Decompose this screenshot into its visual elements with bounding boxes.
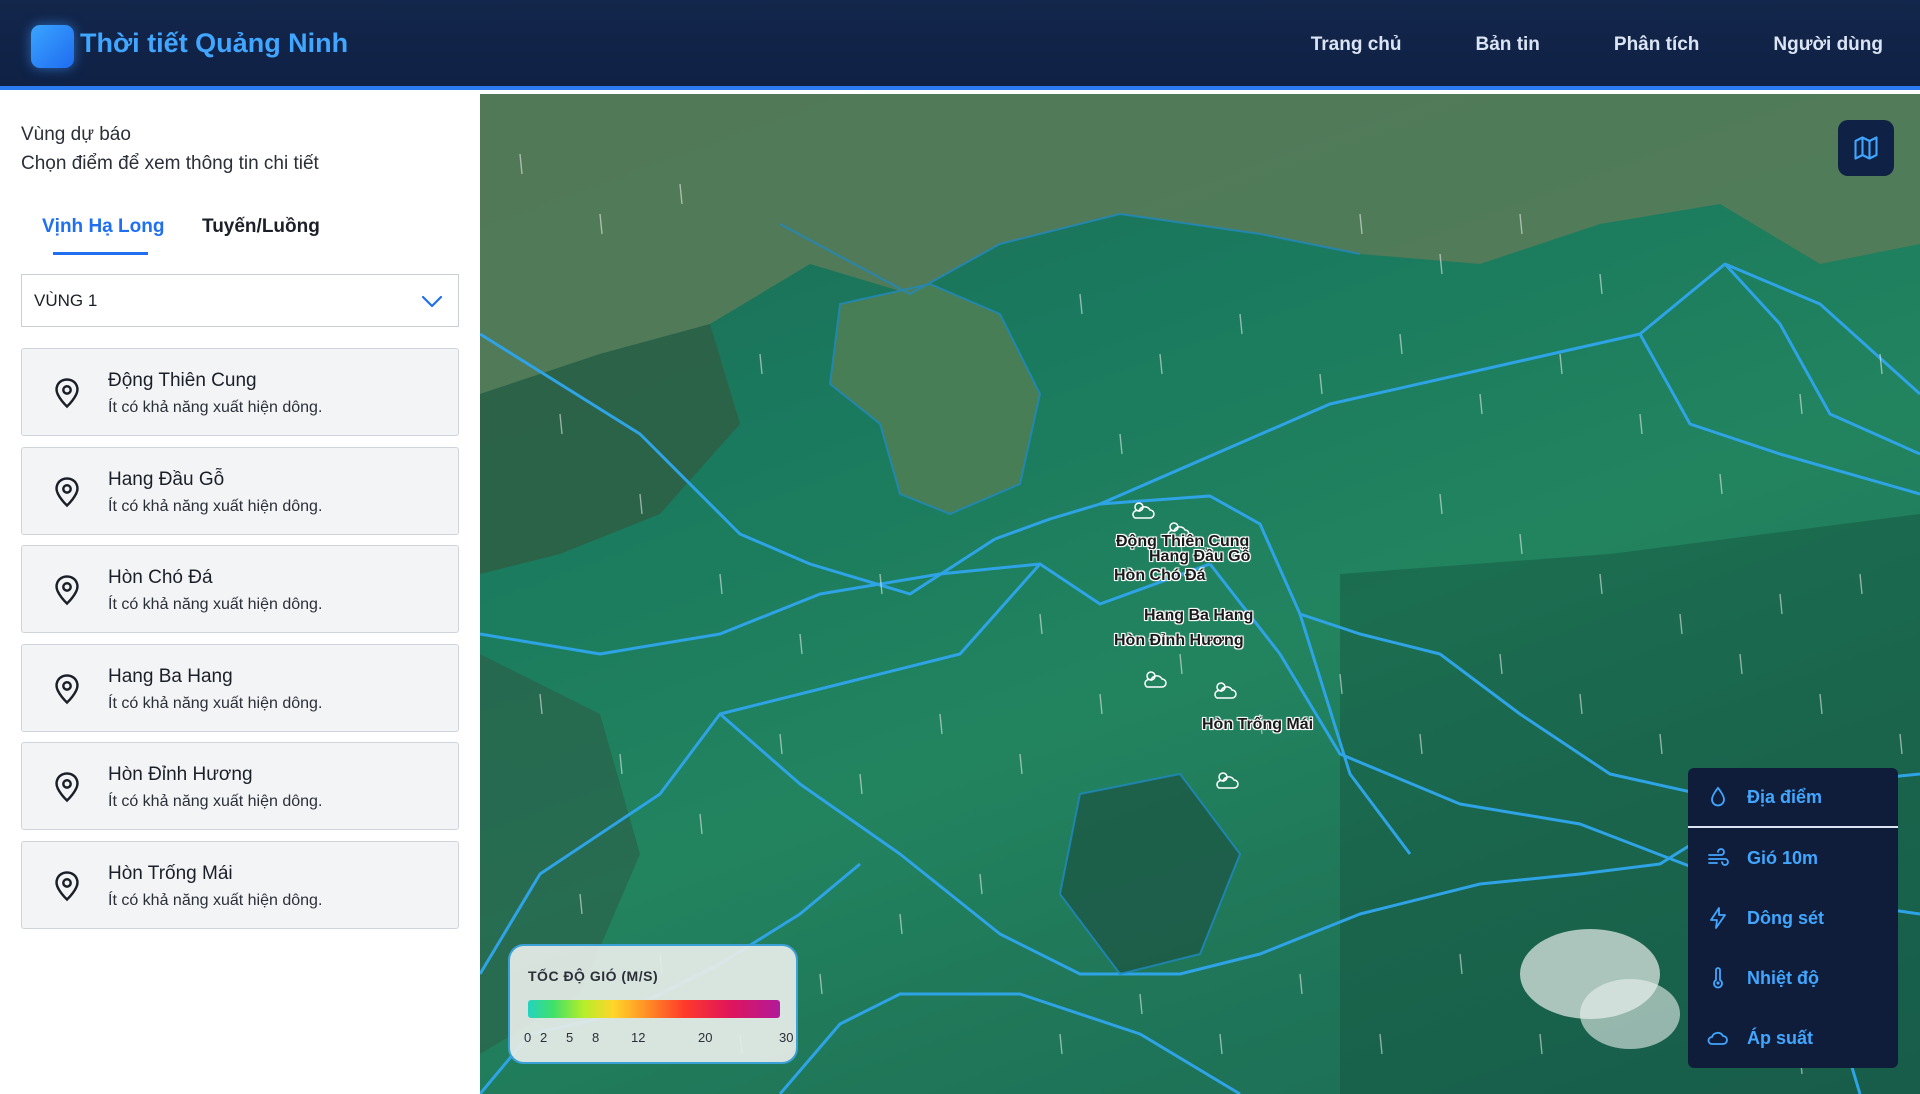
nav-users[interactable]: Người dùng: [1736, 34, 1920, 56]
cloud-sun-icon: [1214, 682, 1237, 699]
zone-select-value: VÙNG 1: [34, 290, 98, 310]
legend-tick: 2: [540, 1030, 548, 1045]
list-item[interactable]: Hang Ba Hang Ít có khả năng xuất hiện dô…: [21, 643, 459, 732]
layer-locations[interactable]: Địa điểm: [1688, 768, 1898, 826]
map-label-hang-dau-go[interactable]: Hang Đầu Gỗ: [1149, 548, 1250, 566]
location-name: Hòn Chó Đá: [108, 567, 213, 588]
layer-label: Áp suất: [1747, 1027, 1814, 1048]
location-name: Hang Đầu Gỗ: [108, 468, 225, 490]
legend-ticks: 0 2 5 8 12 20 30: [524, 1030, 794, 1048]
layer-label: Dông sét: [1747, 907, 1825, 928]
map-pin-icon: [55, 772, 79, 803]
location-name: Hòn Đỉnh Hương: [108, 764, 253, 785]
legend-color-bar: [528, 1000, 780, 1018]
main-nav: Trang chủ Bản tin Phân tích Người dùng: [1274, 0, 1920, 90]
region-tabs: Vịnh Hạ Long Tuyến/Luồng: [21, 216, 461, 256]
tab-routes[interactable]: Tuyến/Luồng: [202, 216, 320, 238]
list-item[interactable]: Hòn Trống Mái Ít có khả năng xuất hiện d…: [21, 840, 459, 929]
map-view[interactable]: Động Thiên Cung Hang Đầu Gỗ Hòn Chó Đá H…: [480, 94, 1920, 1094]
layer-panel: Địa điểm Gió 10m Dông sét Nhiệt độ Áp su…: [1688, 768, 1898, 1068]
route-line: [480, 562, 1211, 656]
map-pin-icon: [55, 870, 79, 901]
location-name: Hòn Trống Mái: [108, 862, 233, 884]
cloud-sun-icon: [1144, 671, 1167, 688]
tab-ha-long-bay[interactable]: Vịnh Hạ Long: [42, 216, 164, 238]
cloud-sun-icon: [1216, 772, 1239, 789]
map-label-hon-cho-da[interactable]: Hòn Chó Đá: [1114, 567, 1206, 585]
list-item[interactable]: Động Thiên Cung Ít có khả năng xuất hiện…: [21, 348, 459, 436]
app-header: Thời tiết Quảng Ninh Trang chủ Bản tin P…: [0, 0, 1920, 90]
legend-tick: 20: [698, 1030, 713, 1045]
cloud-icon: [1707, 1031, 1728, 1045]
location-desc: Ít có khả năng xuất hiện dông.: [108, 891, 323, 909]
map-label-hon-trong-mai[interactable]: Hòn Trống Mái: [1202, 716, 1313, 734]
location-desc: Ít có khả năng xuất hiện dông.: [108, 399, 323, 416]
sidebar-subtitle: Chọn điểm để xem thông tin chi tiết: [21, 153, 319, 174]
legend-tick: 5: [566, 1030, 574, 1045]
layer-temperature[interactable]: Nhiệt độ: [1688, 949, 1898, 1007]
droplet-icon: [1711, 786, 1725, 807]
location-name: Động Thiên Cung: [108, 370, 257, 391]
wind-speed-legend: TỐC ĐỘ GIÓ (M/S) 0 2 5 8 12 20 30: [508, 944, 798, 1064]
island-tuan-chau: [830, 284, 1040, 514]
list-item[interactable]: Hang Đầu Gỗ Ít có khả năng xuất hiện dôn…: [21, 446, 459, 535]
legend-tick: 8: [592, 1030, 600, 1045]
forecast-sidebar: Vùng dự báo Chọn điểm để xem thông tin c…: [0, 94, 480, 1094]
layer-divider: [1688, 826, 1898, 828]
app-logo-icon[interactable]: [31, 25, 74, 68]
nav-analysis[interactable]: Phân tích: [1577, 34, 1737, 56]
route-line: [1723, 262, 1920, 456]
sidebar-title: Vùng dự báo: [21, 124, 131, 145]
thermometer-icon: [1713, 967, 1723, 989]
route-line: [1099, 262, 1920, 506]
map-pin-icon: [55, 476, 79, 507]
map-icon: [1854, 136, 1878, 160]
cloud: [1580, 979, 1680, 1049]
legend-tick: 12: [631, 1030, 646, 1045]
location-name: Hang Ba Hang: [108, 665, 233, 687]
wind-icon: [1708, 848, 1729, 866]
map-label-hon-dinh-huong[interactable]: Hòn Đỉnh Hương: [1114, 632, 1244, 650]
location-list: Động Thiên Cung Ít có khả năng xuất hiện…: [21, 348, 459, 939]
layer-wind[interactable]: Gió 10m: [1688, 829, 1898, 887]
islands-south: [1060, 774, 1240, 974]
chevron-down-icon: [421, 295, 443, 308]
layer-label: Gió 10m: [1747, 847, 1819, 868]
list-item[interactable]: Hòn Chó Đá Ít có khả năng xuất hiện dông…: [21, 545, 459, 633]
layer-label: Địa điểm: [1747, 786, 1823, 807]
location-desc: Ít có khả năng xuất hiện dông.: [108, 497, 323, 515]
location-desc: Ít có khả năng xuất hiện dông.: [108, 793, 323, 810]
map-pin-icon: [55, 378, 79, 409]
list-item[interactable]: Hòn Đỉnh Hương Ít có khả năng xuất hiện …: [21, 742, 459, 830]
cloud-sun-icon: [1132, 502, 1155, 519]
route-line: [778, 992, 1241, 1094]
map-pin-icon: [55, 575, 79, 606]
nav-home[interactable]: Trang chủ: [1274, 34, 1439, 56]
legend-tick: 0: [524, 1030, 532, 1045]
active-tab-indicator: [53, 252, 148, 255]
legend-title: TỐC ĐỘ GIÓ (M/S): [528, 968, 659, 984]
map-pin-icon: [55, 673, 79, 704]
legend-tick: 30: [779, 1030, 794, 1045]
location-desc: Ít có khả năng xuất hiện dông.: [108, 596, 323, 613]
layer-label: Nhiệt độ: [1747, 967, 1819, 988]
layer-thunderstorm[interactable]: Dông sét: [1688, 889, 1898, 947]
location-desc: Ít có khả năng xuất hiện dông.: [108, 694, 323, 712]
map-label-hang-ba-hang[interactable]: Hang Ba Hang: [1144, 607, 1253, 625]
layer-pressure[interactable]: Áp suất: [1688, 1009, 1898, 1067]
lightning-icon: [1710, 907, 1726, 929]
zone-select[interactable]: VÙNG 1: [21, 274, 459, 327]
map-style-button[interactable]: [1838, 120, 1894, 176]
app-title[interactable]: Thời tiết Quảng Ninh: [80, 28, 348, 59]
nav-bulletin[interactable]: Bản tin: [1439, 34, 1577, 56]
